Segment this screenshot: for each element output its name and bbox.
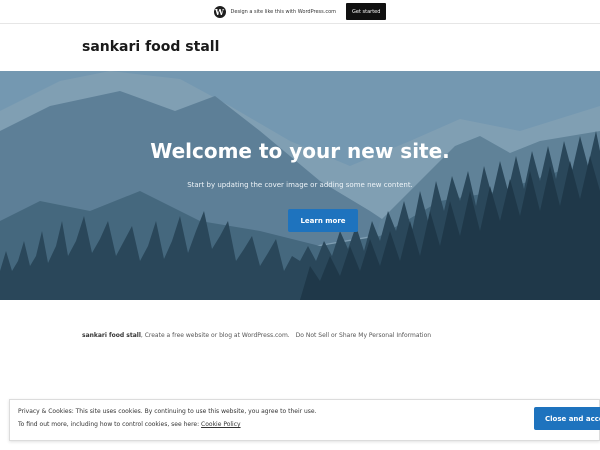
wordpress-promo-bar: W Design a site like this with WordPress… [0,0,600,24]
cover-subtext: Start by updating the cover image or add… [187,181,413,189]
get-started-button[interactable]: Get started [346,3,387,20]
cookie-more-info: To find out more, including how to contr… [18,421,241,428]
site-footer: sankari food stall, Create a free websit… [82,332,431,339]
footer-site-name-link[interactable]: sankari food stall [82,332,141,339]
site-title-link[interactable]: sankari food stall [82,39,219,55]
cover-block: Welcome to your new site. Start by updat… [0,71,600,300]
cookie-banner: Privacy & Cookies: This site uses cookie… [9,399,600,441]
cookie-notice-text: Privacy & Cookies: This site uses cookie… [18,408,317,415]
wordpress-logo-icon[interactable]: W [213,5,226,18]
cookie-more-info-text: To find out more, including how to contr… [18,421,202,428]
footer-wordpress-link[interactable]: Create a free website or blog at WordPre… [145,332,290,339]
site-header: sankari food stall [0,24,600,71]
learn-more-button[interactable]: Learn more [288,209,358,232]
close-and-accept-button[interactable]: Close and accept [534,407,600,430]
footer-privacy-link[interactable]: Do Not Sell or Share My Personal Informa… [296,332,431,339]
cover-heading: Welcome to your new site. [150,139,450,163]
promo-content: W Design a site like this with WordPress… [213,3,387,20]
promo-text: Design a site like this with WordPress.c… [230,8,337,15]
cookie-policy-link[interactable]: Cookie Policy [201,421,241,428]
